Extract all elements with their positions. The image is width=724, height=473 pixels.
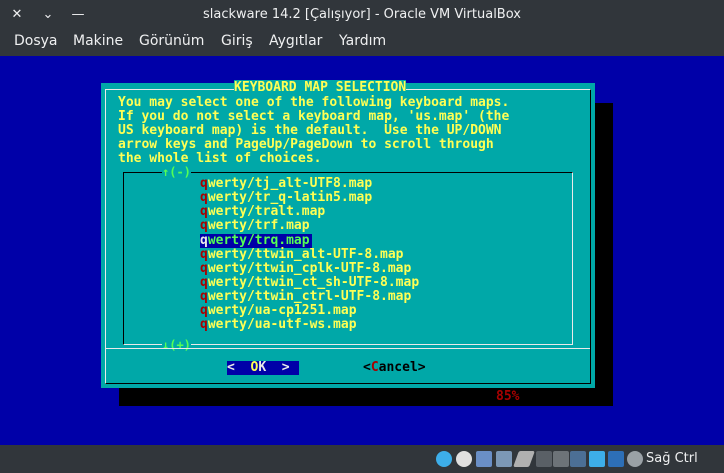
item-hotkey: q	[200, 247, 208, 262]
display-icon[interactable]	[553, 451, 569, 467]
keymap-listbox[interactable]: ↑(-) qwerty/tj_alt-UTF8.map qwerty/tr_q-…	[123, 165, 573, 352]
window-title: slackware 14.2 [Çalışıyor] - Oracle VM V…	[203, 7, 521, 22]
list-item[interactable]: qwerty/ua-cp1251.map	[200, 304, 419, 318]
cpu-icon[interactable]	[608, 451, 624, 467]
menubar: Dosya Makine Görünüm Giriş Aygıtlar Yard…	[0, 30, 724, 56]
list-item[interactable]: qwerty/ttwin_ctrl-UTF-8.map	[200, 290, 419, 304]
menu-dosya[interactable]: Dosya	[14, 33, 58, 49]
list-item[interactable]: qwerty/ua-utf-ws.map	[200, 318, 419, 332]
item-hotkey: q	[200, 317, 208, 332]
item-label: werty/ua-cp1251.map	[207, 303, 357, 318]
item-hotkey: q	[200, 218, 208, 233]
cancel-hotkey: C	[370, 360, 379, 375]
scroll-down-indicator: ↓(+)	[162, 338, 191, 352]
item-label: werty/ttwin_cplk-UTF-8.map	[207, 261, 412, 276]
ok-label: K	[258, 360, 267, 375]
usb-icon[interactable]	[496, 451, 512, 467]
mouse-icon[interactable]	[627, 451, 643, 467]
menu-aygitlar[interactable]: Aygıtlar	[269, 33, 322, 49]
item-hotkey: q	[200, 233, 208, 248]
screen-capture-icon[interactable]	[589, 451, 605, 467]
scroll-up-indicator: ↑(-)	[162, 165, 191, 179]
item-hotkey: q	[200, 204, 208, 219]
dialog-separator	[106, 348, 590, 349]
menu-yardim[interactable]: Yardım	[339, 33, 386, 49]
audio-icon[interactable]	[456, 451, 472, 467]
list-item[interactable]: qwerty/ttwin_cplk-UTF-8.map	[200, 262, 419, 276]
host-key-label: Sağ Ctrl	[646, 451, 698, 466]
ok-right-bracket: >	[266, 360, 290, 375]
network-icon[interactable]	[476, 451, 492, 467]
item-label: werty/trq.map	[207, 233, 310, 248]
cancel-left-bracket: <	[363, 360, 371, 375]
optical-drive-icon[interactable]	[436, 451, 452, 467]
dialog-description: You may select one of the following keyb…	[118, 95, 510, 166]
cancel-button[interactable]: <Cancel>	[363, 361, 426, 375]
list-item-selected[interactable]: qwerty/trq.map	[200, 234, 312, 248]
item-label: werty/ua-utf-ws.map	[207, 317, 357, 332]
item-hotkey: q	[200, 261, 208, 276]
list-item[interactable]: qwerty/tr_q-latin5.map	[200, 191, 419, 205]
item-label: werty/trf.map	[207, 218, 310, 233]
item-label: werty/ttwin_ct_sh-UTF-8.map	[207, 275, 420, 290]
list-item[interactable]: qwerty/ttwin_alt-UTF-8.map	[200, 248, 419, 262]
item-label: werty/tr_q-latin5.map	[207, 190, 373, 205]
list-item[interactable]: qwerty/ttwin_ct_sh-UTF-8.map	[200, 276, 419, 290]
list-item[interactable]: qwerty/trf.map	[200, 219, 419, 233]
cancel-label: ancel	[378, 360, 418, 375]
item-label: werty/ttwin_ctrl-UTF-8.map	[207, 289, 412, 304]
recording-icon[interactable]	[570, 451, 586, 467]
keyboard-map-dialog: KEYBOARD MAP SELECTION You may select on…	[101, 80, 595, 404]
window-titlebar: ✕ ⌄ — slackware 14.2 [Çalışıyor] - Oracl…	[0, 0, 724, 30]
statusbar: Sağ Ctrl	[0, 445, 724, 473]
keymap-list: qwerty/tj_alt-UTF8.map qwerty/tr_q-latin…	[200, 177, 419, 332]
menu-gorunum[interactable]: Görünüm	[139, 33, 204, 49]
dialog-title: KEYBOARD MAP SELECTION	[234, 80, 407, 96]
pen-icon[interactable]	[513, 451, 535, 467]
list-item[interactable]: qwerty/tj_alt-UTF8.map	[200, 177, 419, 191]
ok-button[interactable]: < OK >	[227, 361, 299, 375]
scroll-percent: 85%	[496, 389, 520, 404]
cancel-right-bracket: >	[417, 360, 426, 375]
item-hotkey: q	[200, 275, 208, 290]
item-hotkey: q	[200, 176, 208, 191]
item-hotkey: q	[200, 289, 208, 304]
ok-left-bracket: <	[227, 360, 251, 375]
item-hotkey: q	[200, 190, 208, 205]
item-label: werty/tj_alt-UTF8.map	[207, 176, 373, 191]
item-label: werty/ttwin_alt-UTF-8.map	[207, 247, 404, 262]
list-item[interactable]: qwerty/tralt.map	[200, 205, 419, 219]
menu-giris[interactable]: Giriş	[221, 33, 253, 49]
item-hotkey: q	[200, 303, 208, 318]
vm-screen[interactable]: KEYBOARD MAP SELECTION You may select on…	[0, 56, 724, 445]
shared-folder-icon[interactable]	[536, 451, 552, 467]
item-label: werty/tralt.map	[207, 204, 326, 219]
menu-makine[interactable]: Makine	[73, 33, 123, 49]
